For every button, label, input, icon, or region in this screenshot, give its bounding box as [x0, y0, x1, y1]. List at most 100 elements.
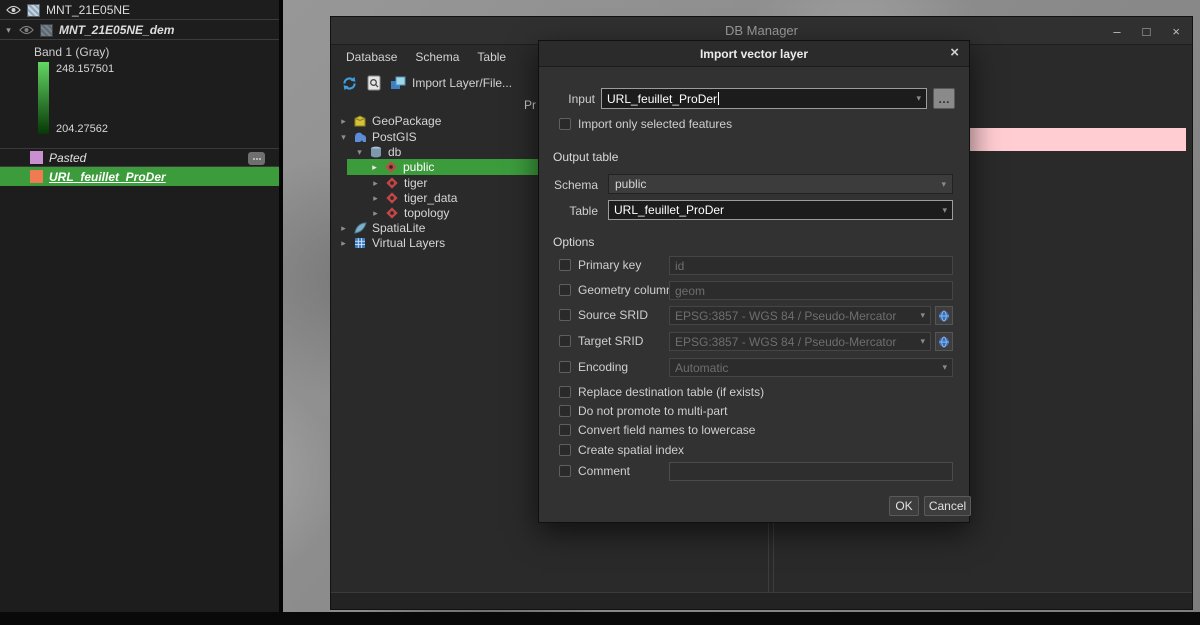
tree-item-label: GeoPackage [372, 114, 441, 128]
chevron-down-icon[interactable]: ▾ [355, 147, 364, 158]
comment-field[interactable] [669, 462, 953, 481]
layer-name: URL_feuillet_ProDer [49, 170, 166, 184]
target-srid-crs-button[interactable] [935, 332, 953, 351]
tree-item-label: public [403, 160, 434, 174]
comment-checkbox[interactable] [559, 465, 571, 477]
geometry-column-value: geom [675, 284, 947, 298]
chevron-right-icon[interactable]: ▸ [370, 162, 379, 173]
maximize-button[interactable]: □ [1143, 24, 1151, 39]
tree-item-topology[interactable]: ▸ topology [371, 205, 449, 221]
cancel-button[interactable]: Cancel [924, 496, 971, 516]
primary-key-field[interactable]: id [669, 256, 953, 275]
menu-database[interactable]: Database [337, 47, 406, 67]
import-selected-label: Import only selected features [578, 117, 732, 131]
source-srid-checkbox[interactable] [559, 309, 571, 321]
sql-window-icon[interactable] [367, 75, 381, 91]
chevron-down-icon[interactable]: ▾ [4, 25, 13, 36]
minimize-button[interactable]: – [1113, 24, 1120, 39]
source-srid-value: EPSG:3857 - WGS 84 / Pseudo-Mercator [675, 309, 916, 323]
table-combobox[interactable]: URL_feuillet_ProDer ▾ [608, 200, 953, 220]
menu-schema[interactable]: Schema [406, 47, 468, 67]
ramp-max-value: 248.157501 [56, 63, 114, 75]
geometry-column-checkbox[interactable] [559, 284, 571, 296]
db-manager-statusbar [331, 592, 1192, 609]
tree-item-label: Virtual Layers [372, 236, 445, 250]
layer-swatch [30, 151, 43, 164]
eye-icon[interactable] [6, 5, 21, 15]
layer-row-url-feuillet[interactable]: URL_feuillet_ProDer [0, 167, 279, 186]
lowercase-checkbox[interactable] [559, 424, 571, 436]
layer-badge-icon[interactable] [248, 152, 265, 165]
target-srid-checkbox[interactable] [559, 335, 571, 347]
geometry-column-field[interactable]: geom [669, 281, 953, 300]
chevron-down-icon[interactable]: ▾ [339, 132, 348, 143]
layer-row-dem[interactable]: ▾ MNT_21E05NE_dem [0, 21, 279, 40]
tree-item-tiger-data[interactable]: ▸ tiger_data [371, 190, 457, 206]
chevron-right-icon[interactable]: ▸ [339, 223, 348, 234]
lowercase-label: Convert field names to lowercase [578, 423, 755, 437]
target-srid-combobox[interactable]: EPSG:3857 - WGS 84 / Pseudo-Mercator ▾ [669, 332, 931, 351]
schema-icon [384, 161, 398, 174]
partial-text-providers: Pr [524, 98, 536, 112]
input-combobox[interactable]: URL_feuillet_ProDer ▾ [601, 88, 927, 109]
close-icon[interactable]: × [950, 44, 959, 61]
encoding-checkbox[interactable] [559, 361, 571, 373]
tree-item-geopackage[interactable]: ▸ GeoPackage [339, 113, 441, 129]
raster-layer-icon [40, 24, 53, 37]
source-srid-crs-button[interactable] [935, 306, 953, 325]
layers-panel: MNT_21E05NE ▾ MNT_21E05NE_dem Band 1 (Gr… [0, 0, 283, 612]
band-label: Band 1 (Gray) [0, 42, 279, 61]
import-layer-label: Import Layer/File... [412, 76, 512, 90]
menu-table[interactable]: Table [468, 47, 515, 67]
comment-label: Comment [578, 464, 630, 478]
multipart-checkbox[interactable] [559, 405, 571, 417]
tree-item-spatialite[interactable]: ▸ SpatiaLite [339, 220, 425, 236]
source-srid-label: Source SRID [578, 308, 648, 322]
import-layer-icon [390, 76, 406, 90]
tree-item-label: PostGIS [372, 130, 417, 144]
tree-item-tiger[interactable]: ▸ tiger [371, 175, 427, 191]
database-icon [369, 146, 383, 159]
multipart-label: Do not promote to multi-part [578, 404, 727, 418]
chevron-right-icon[interactable]: ▸ [371, 208, 380, 219]
replace-table-checkbox[interactable] [559, 386, 571, 398]
ok-button[interactable]: OK [889, 496, 919, 516]
chevron-right-icon[interactable]: ▸ [371, 193, 380, 204]
close-button[interactable]: × [1172, 24, 1180, 39]
tree-item-virtual-layers[interactable]: ▸ Virtual Layers [339, 235, 445, 251]
tree-item-db[interactable]: ▾ db [355, 144, 401, 160]
chevron-right-icon[interactable]: ▸ [339, 116, 348, 127]
target-srid-label: Target SRID [578, 334, 643, 348]
layer-row-pasted[interactable]: Pasted [0, 148, 279, 167]
chevron-right-icon[interactable]: ▸ [339, 238, 348, 249]
tree-item-postgis[interactable]: ▾ PostGIS [339, 129, 417, 145]
output-table-section-label: Output table [553, 150, 618, 164]
chevron-down-icon: ▾ [916, 93, 921, 104]
chevron-right-icon[interactable]: ▸ [371, 178, 380, 189]
encoding-combobox[interactable]: Automatic ▾ [669, 358, 953, 377]
dialog-titlebar[interactable]: Import vector layer × [539, 41, 969, 67]
eye-icon[interactable] [19, 25, 34, 35]
tree-item-label: tiger_data [404, 191, 457, 205]
tree-item-public[interactable]: ▸ public [347, 159, 538, 175]
warning-banner [970, 128, 1186, 151]
import-layer-button[interactable]: Import Layer/File... [390, 76, 512, 90]
spatial-index-checkbox[interactable] [559, 444, 571, 456]
chevron-down-icon: ▾ [920, 310, 925, 321]
primary-key-checkbox[interactable] [559, 259, 571, 271]
ramp-min-value: 204.27562 [56, 123, 108, 135]
spatial-index-label: Create spatial index [578, 443, 684, 457]
input-label: Input [553, 92, 595, 106]
refresh-icon[interactable] [341, 75, 358, 92]
schema-combobox[interactable]: public ▾ [608, 174, 953, 194]
schema-icon [385, 207, 399, 220]
source-srid-combobox[interactable]: EPSG:3857 - WGS 84 / Pseudo-Mercator ▾ [669, 306, 931, 325]
layer-row-raster[interactable]: MNT_21E05NE [0, 1, 279, 20]
import-selected-checkbox[interactable] [559, 118, 571, 130]
color-ramp [38, 62, 49, 134]
layer-swatch [30, 170, 43, 183]
primary-key-value: id [675, 259, 947, 273]
raster-layer-icon [27, 4, 40, 17]
geometry-column-label: Geometry column [578, 283, 673, 297]
browse-button[interactable]: … [933, 88, 955, 109]
